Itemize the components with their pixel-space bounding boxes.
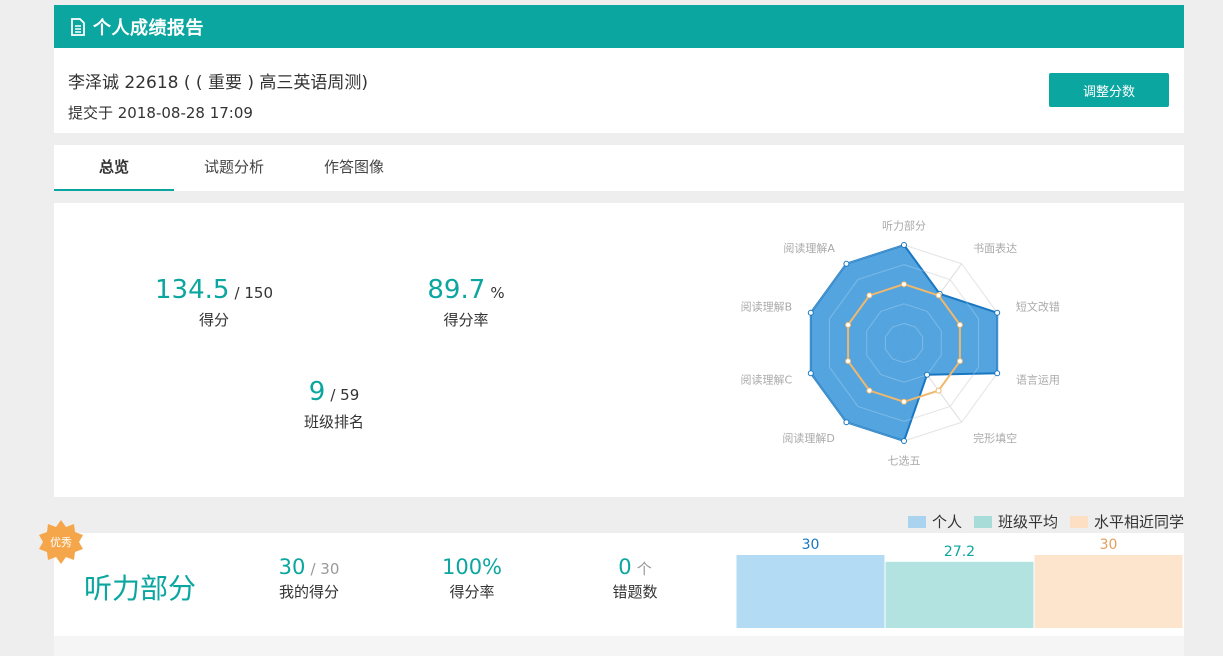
overview-panel: 134.5 / 150 得分 89.7 % 得分率 9 / 59 班级排名 听力…: [54, 203, 1184, 497]
legend-item-class-average[interactable]: 班级平均: [973, 511, 1058, 532]
radar-axis-label: 听力部分: [882, 218, 926, 232]
radar-axis-label: 短文改错: [1016, 300, 1060, 314]
legend-label: 水平相近同学: [1093, 513, 1184, 531]
radar-axis-label: 阅读理解D: [782, 431, 834, 445]
rate-value: 89.7: [427, 275, 486, 305]
tab-answer-images[interactable]: 作答图像: [294, 145, 414, 191]
bar-1: [885, 561, 1034, 628]
legend-label: 个人: [931, 513, 962, 531]
radar-point-personal: [843, 419, 850, 426]
legend-swatch: [1069, 515, 1088, 528]
adjust-score-button[interactable]: 调整分数: [1049, 73, 1169, 107]
student-info: 李泽诚 22618 ( ( 重要 ) 高三英语周测) 提交于 2018-08-2…: [54, 48, 1184, 133]
radar-axis-label: 书面表达: [973, 241, 1017, 255]
page-title: 个人成绩报告: [93, 17, 204, 39]
score-value: 134.5: [155, 275, 230, 305]
rank-total: / 59: [330, 386, 360, 404]
rate-label: 得分率: [443, 311, 489, 329]
section-rate-metric: 100% 得分率: [412, 555, 532, 602]
wrong-count-unit: 个: [636, 560, 652, 578]
student-exam-name: 李泽诚 22618 ( ( 重要 ) 高三英语周测): [68, 73, 369, 93]
score-total: / 150: [234, 284, 273, 302]
radar-point-comparison: [956, 321, 963, 328]
tab-question-analysis[interactable]: 试题分析: [174, 145, 294, 191]
bar-value-label: 30: [1100, 537, 1118, 553]
radar-point-personal: [807, 309, 814, 316]
radar-point-comparison: [956, 358, 963, 365]
rate-stat: 89.7 % 得分率: [386, 275, 546, 330]
legend-swatch: [907, 515, 926, 528]
radar-axis-label: 七选五: [888, 455, 921, 468]
legend-item-similar-students[interactable]: 水平相近同学: [1069, 511, 1184, 532]
listening-section: 优秀 听力部分 30 / 30 我的得分 100% 得分率 0 个 错题数 30…: [39, 520, 1184, 636]
radar-point-comparison: [845, 321, 852, 328]
radar-chart: 听力部分书面表达短文改错语言运用完形填空七选五 阅读理解D 阅读理解C 阅读理解B 阅读…: [740, 218, 1060, 468]
section-title: 听力部分: [84, 572, 197, 605]
badge-text: 优秀: [50, 536, 72, 549]
radar-point-personal: [901, 242, 907, 248]
score-label: 得分: [198, 311, 229, 329]
legend-item-personal[interactable]: 个人: [907, 511, 962, 532]
bar-value-label: 27.2: [944, 544, 975, 560]
bar-0: [736, 555, 885, 628]
radar-axis-label: 阅读理解C: [740, 372, 792, 386]
my-score-label: 我的得分: [278, 583, 339, 601]
legend-label: 班级平均: [997, 513, 1058, 531]
bar-value-label: 30: [802, 537, 820, 553]
next-section-edge: [54, 636, 1184, 656]
rank-label: 班级排名: [303, 413, 364, 431]
radar-point-personal: [901, 438, 907, 444]
legend-swatch: [973, 515, 992, 528]
wrong-count-value: 0: [618, 555, 632, 579]
my-score-value: 30: [278, 555, 306, 579]
radar-axis-label: 阅读理解A: [783, 241, 835, 255]
radar-point-comparison: [866, 387, 873, 394]
radar-axis-label: 完形填空: [973, 431, 1017, 445]
bar-2: [1034, 555, 1183, 628]
my-score-total: / 30: [310, 560, 340, 578]
radar-point-personal: [807, 370, 814, 377]
wrong-count-metric: 0 个 错题数: [575, 555, 695, 602]
radar-point-personal: [843, 260, 850, 267]
score-stat: 134.5 / 150 得分: [134, 275, 294, 330]
radar-point-personal: [994, 309, 1001, 316]
radar-point-comparison: [901, 281, 907, 288]
rate-unit: %: [490, 284, 505, 302]
radar-point-personal: [994, 370, 1001, 377]
document-icon: [71, 17, 85, 36]
section-rate-label: 得分率: [449, 583, 495, 601]
radar-point-comparison: [935, 292, 942, 299]
rank-value: 9: [308, 377, 326, 407]
rank-stat: 9 / 59 班级排名: [254, 377, 414, 432]
radar-point-comparison: [935, 387, 942, 394]
bar-legend: 个人 班级平均 水平相近同学: [896, 511, 1184, 532]
radar-point-comparison: [845, 358, 852, 365]
radar-point-personal: [924, 371, 931, 378]
comparison-bar-chart: 30 27.2 30: [736, 537, 1183, 628]
report-header: 个人成绩报告: [54, 5, 1184, 48]
wrong-count-label: 错题数: [612, 583, 658, 601]
tab-bar: 总览 试题分析 作答图像: [54, 145, 1184, 191]
radar-axis-label: 语言运用: [1016, 373, 1060, 386]
radar-point-comparison: [901, 398, 907, 405]
submit-time: 提交于 2018-08-28 17:09: [68, 104, 253, 122]
section-rate-value: 100%: [441, 555, 503, 579]
excellent-badge-icon: 优秀: [39, 520, 83, 564]
radar-point-comparison: [866, 292, 873, 299]
tab-overview[interactable]: 总览: [54, 145, 174, 191]
radar-axis-label: 阅读理解B: [741, 300, 793, 314]
my-score-metric: 30 / 30 我的得分: [249, 555, 369, 602]
